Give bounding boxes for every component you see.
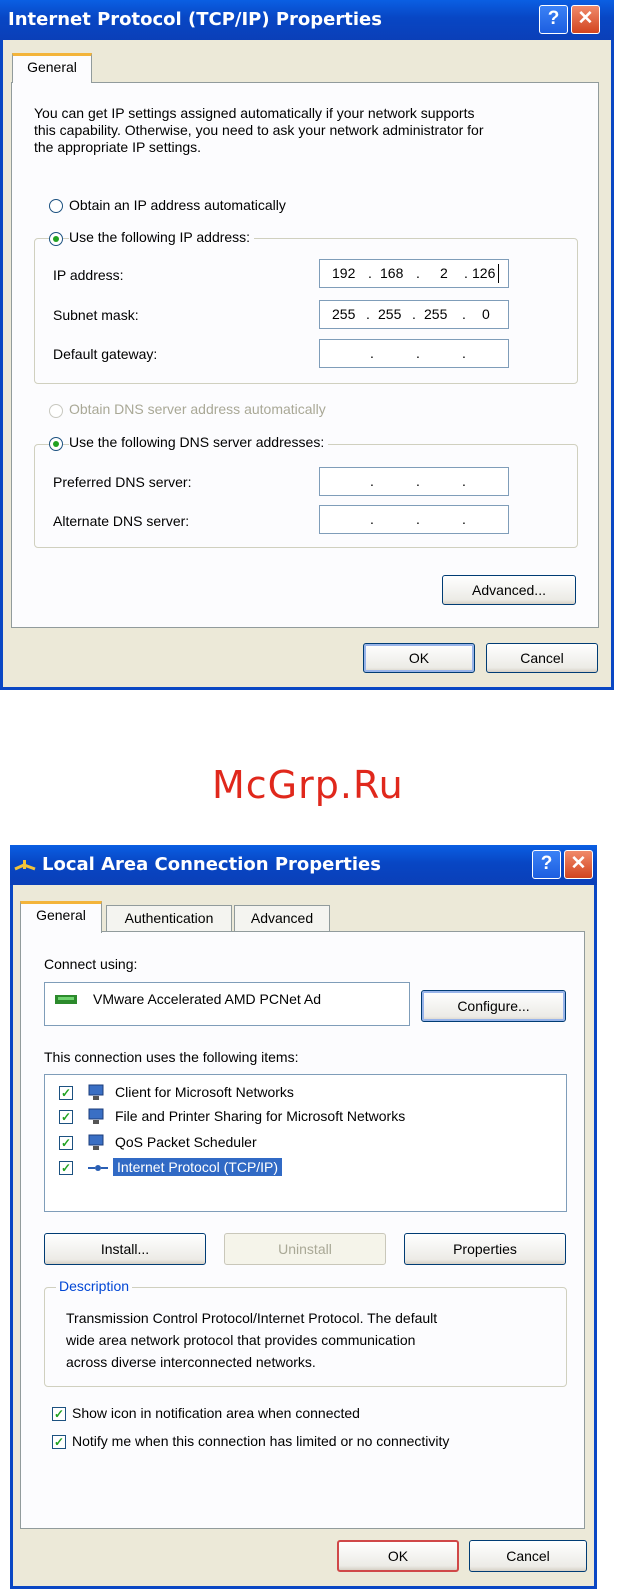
ip-address-label: IP address: [53,267,124,283]
qos-scheduler-icon [87,1134,104,1150]
client-network-icon [87,1084,104,1100]
description-line-1: Transmission Control Protocol/Internet P… [66,1310,438,1326]
radio-manual-ip[interactable] [49,232,63,246]
properties-button[interactable]: Properties [404,1233,566,1265]
show-icon-label[interactable]: Show icon in notification area when conn… [72,1405,360,1421]
lan-help-button[interactable]: ? [532,850,561,879]
tab-general[interactable]: General [12,53,92,83]
cancel-button[interactable]: Cancel [486,643,598,673]
preferred-dns-label: Preferred DNS server: [53,474,192,490]
configure-button[interactable]: Configure... [421,990,566,1022]
item-checkbox[interactable]: ✓ [59,1136,73,1150]
radio-manual-dns-label[interactable]: Use the following DNS server addresses: [69,434,329,450]
lan-ok-button[interactable]: OK [337,1540,459,1572]
lan-properties-dialog: Local Area Connection Properties ? ✕ Gen… [10,845,597,1589]
lan-title: Local Area Connection Properties [42,854,381,875]
uninstall-button[interactable]: Uninstall [224,1233,386,1265]
advanced-button[interactable]: Advanced... [442,575,576,605]
list-item[interactable]: ✓ QoS Packet Scheduler [45,1132,566,1154]
intro-line-2: this capability. Otherwise, you need to … [34,122,484,138]
item-checkbox[interactable]: ✓ [59,1161,73,1175]
ip-octet-2: 168 [380,265,404,281]
ok-button[interactable]: OK [363,643,475,673]
item-label-selected: Internet Protocol (TCP/IP) [113,1158,283,1176]
ip-octet-3: 2 [440,265,448,281]
radio-auto-ip-label[interactable]: Obtain an IP address automatically [69,197,286,213]
ip-address-field[interactable]: 192 . 168 . 2 . 126 [319,259,509,288]
notify-checkbox[interactable]: ✓ [52,1435,66,1449]
help-icon: ? [540,853,553,874]
components-list[interactable]: ✓ Client for Microsoft Networks ✓ File a… [44,1074,567,1212]
subnet-mask-field[interactable]: 255 . 255 . 255 . 0 [319,300,509,329]
adapter-field: VMware Accelerated AMD PCNet Ad [44,982,410,1026]
lan-close-button[interactable]: ✕ [564,850,593,879]
tab-authentication[interactable]: Authentication [106,905,232,931]
tab-advanced[interactable]: Advanced [234,905,330,931]
radio-manual-ip-label[interactable]: Use the following IP address: [69,229,255,245]
connect-using-label: Connect using: [44,956,138,972]
item-label: QoS Packet Scheduler [115,1134,257,1150]
item-label: File and Printer Sharing for Microsoft N… [115,1108,406,1124]
preferred-dns-field[interactable]: . . . [319,467,509,496]
list-item[interactable]: ✓ Client for Microsoft Networks [45,1082,566,1104]
close-icon: ✕ [577,8,594,29]
tab-general[interactable]: General [20,901,102,933]
radio-manual-dns[interactable] [49,437,63,451]
ip-octet-1: 192 [332,265,356,281]
help-icon: ? [547,8,560,29]
items-label: This connection uses the following items… [44,1049,299,1065]
protocol-icon [87,1159,108,1175]
item-checkbox[interactable]: ✓ [59,1086,73,1100]
lan-cancel-button[interactable]: Cancel [469,1540,587,1572]
list-item[interactable]: ✓ File and Printer Sharing for Microsoft… [45,1106,566,1128]
radio-auto-ip[interactable] [49,199,63,213]
tcpip-general-panel: You can get IP settings assigned automat… [11,82,599,628]
intro-line-1: You can get IP settings assigned automat… [34,105,475,121]
default-gateway-label: Default gateway: [53,346,158,362]
intro-line-3: the appropriate IP settings. [34,139,202,155]
network-connection-icon [14,858,36,872]
radio-auto-dns[interactable] [49,404,63,418]
description-line-3: across diverse interconnected networks. [66,1354,316,1370]
ip-octet-4: 126 [472,265,496,281]
network-adapter-icon [55,993,77,1009]
radio-auto-dns-label[interactable]: Obtain DNS server address automatically [69,401,326,417]
tcpip-title: Internet Protocol (TCP/IP) Properties [8,9,382,30]
list-item[interactable]: ✓ Internet Protocol (TCP/IP) [45,1157,566,1179]
close-button[interactable]: ✕ [571,5,600,34]
file-sharing-icon [87,1108,104,1124]
close-icon: ✕ [570,853,587,874]
adapter-name: VMware Accelerated AMD PCNet Ad [93,991,321,1007]
description-line-2: wide area network protocol that provides… [66,1332,416,1348]
item-label: Client for Microsoft Networks [115,1084,294,1100]
default-gateway-field[interactable]: . . . [319,339,509,368]
lan-general-panel: Connect using: VMware Accelerated AMD PC… [20,931,585,1529]
text-cursor [498,264,499,283]
lan-titlebar[interactable]: Local Area Connection Properties ? ✕ [10,845,597,885]
show-icon-checkbox[interactable]: ✓ [52,1407,66,1421]
alternate-dns-label: Alternate DNS server: [53,513,190,529]
subnet-mask-label: Subnet mask: [53,307,139,323]
item-checkbox[interactable]: ✓ [59,1110,73,1124]
alternate-dns-field[interactable]: . . . [319,505,509,534]
notify-label[interactable]: Notify me when this connection has limit… [72,1433,449,1449]
tcpip-properties-dialog: Internet Protocol (TCP/IP) Properties ? … [0,0,614,690]
help-button[interactable]: ? [539,5,568,34]
install-button[interactable]: Install... [44,1233,206,1265]
watermark: McGrp.Ru [212,763,404,807]
tcpip-titlebar[interactable]: Internet Protocol (TCP/IP) Properties ? … [0,0,614,40]
description-label: Description [56,1278,133,1294]
